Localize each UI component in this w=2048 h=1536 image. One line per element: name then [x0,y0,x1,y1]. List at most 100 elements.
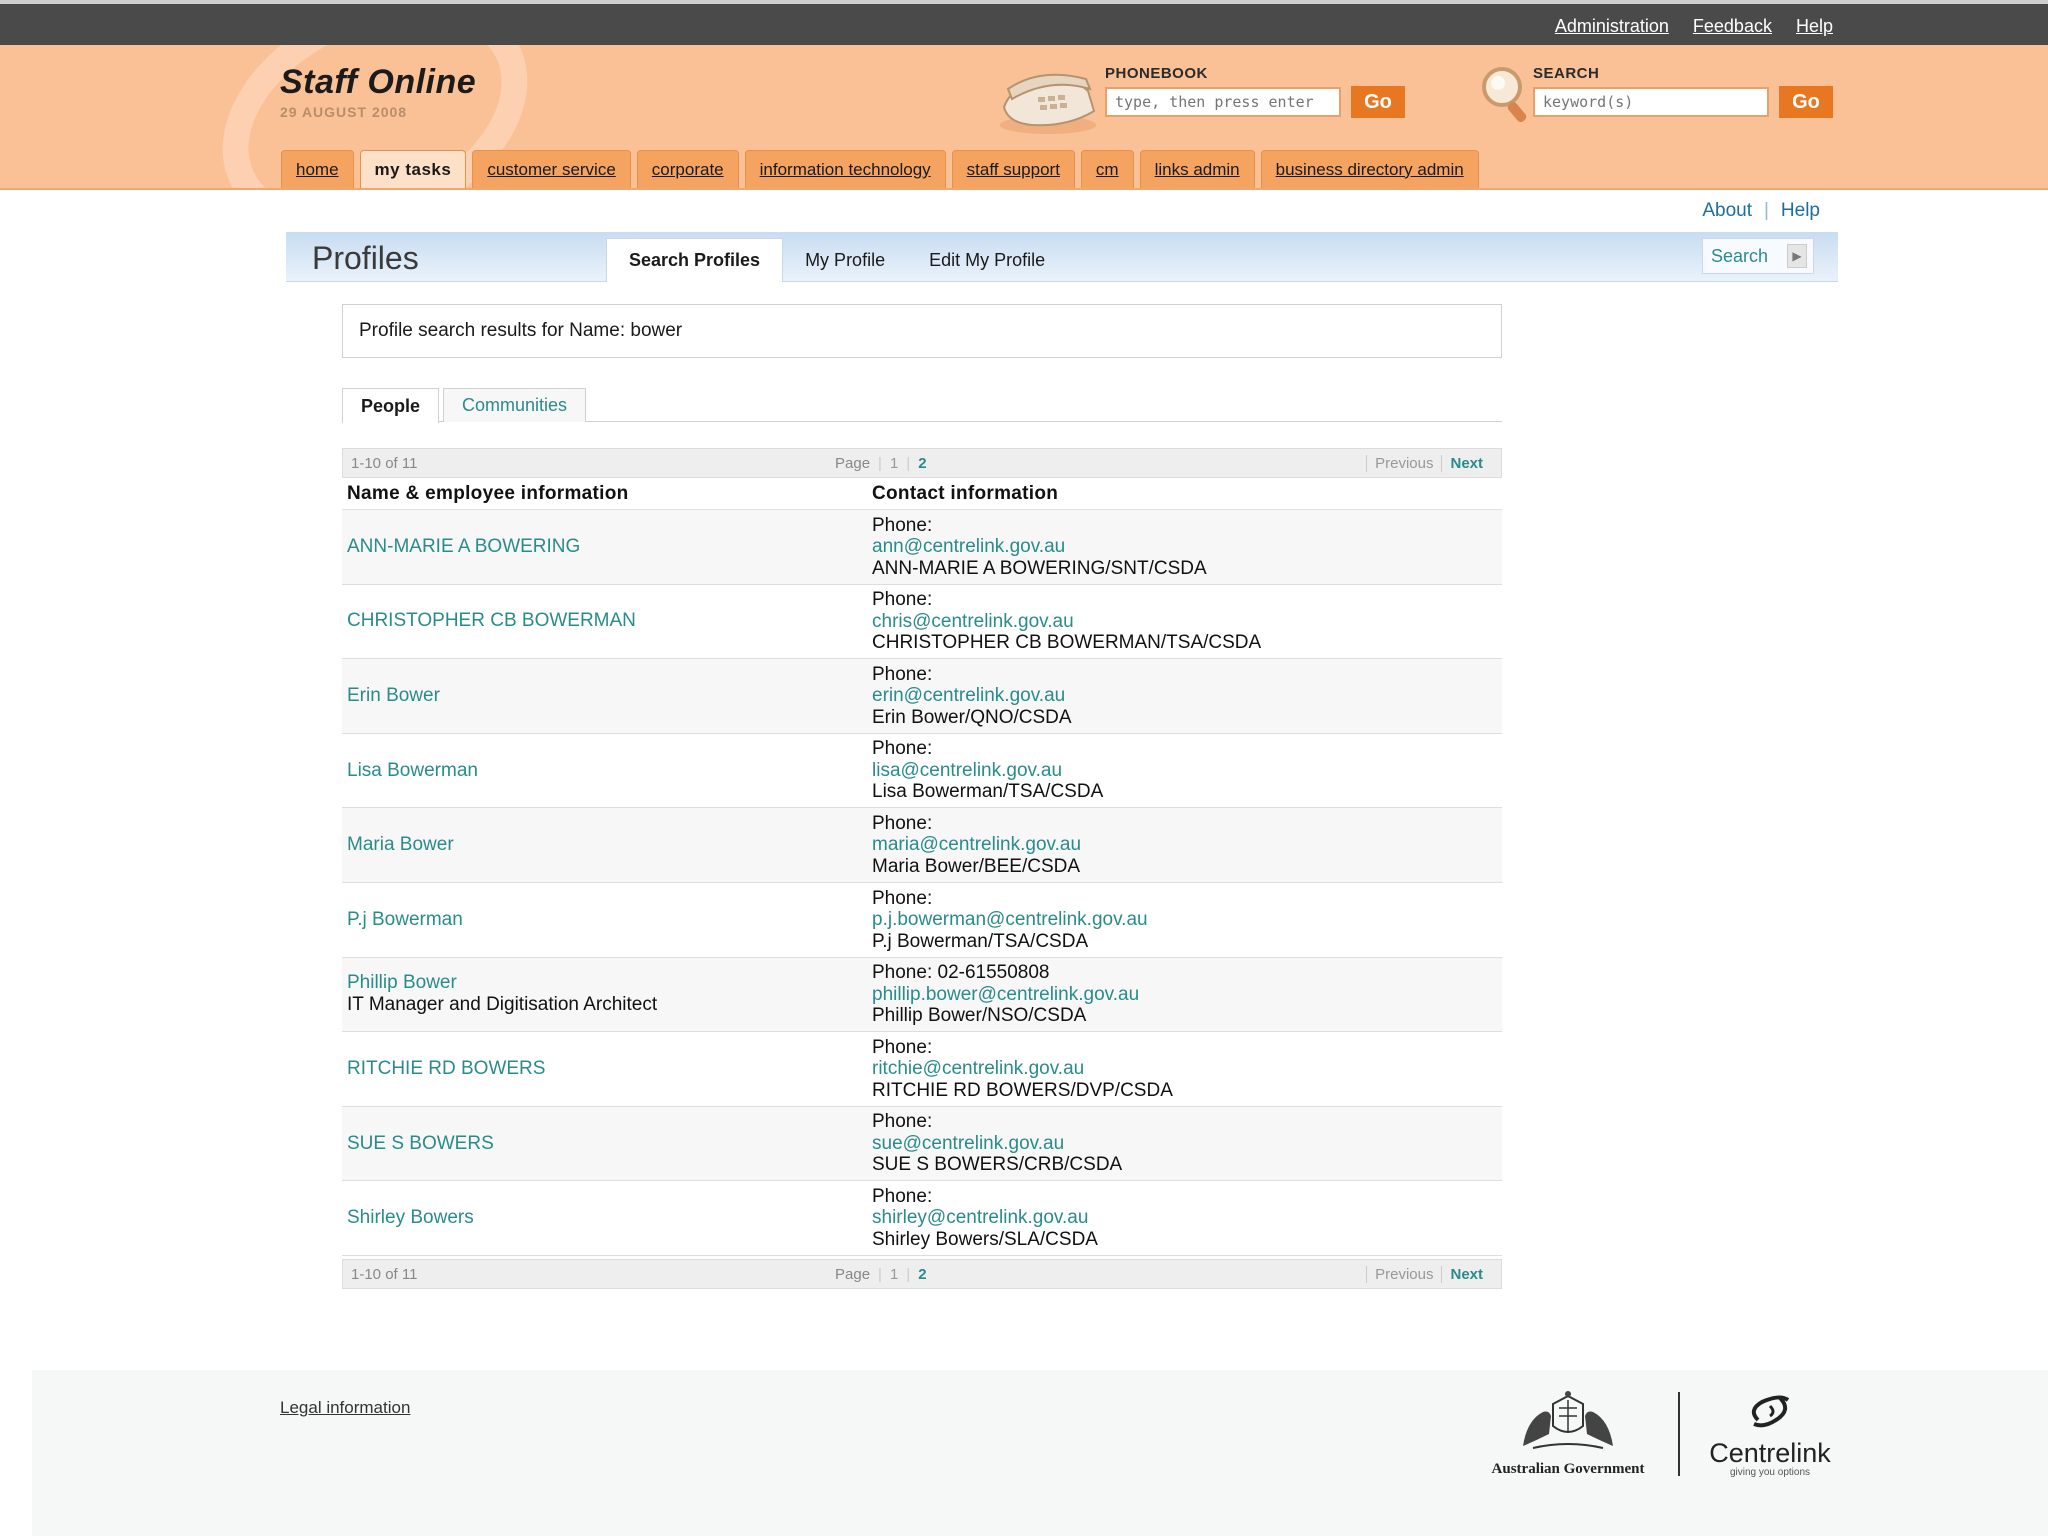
column-header-name: Name & employee information [347,482,629,504]
name-cell: Maria Bower [342,808,868,882]
current-page: 1 [889,1266,899,1283]
email-link[interactable]: erin@centrelink.gov.au [872,685,1072,707]
page-2-link[interactable]: 2 [918,455,926,472]
legal-information-link[interactable]: Legal information [280,1398,410,1418]
phonebook-label: PHONEBOOK [1105,65,1208,82]
nav-tab-home[interactable]: home [281,150,354,188]
nav-tab-staff-support[interactable]: staff support [951,150,1075,188]
notes-address: Erin Bower/QNO/CSDA [872,706,1072,728]
page-links: Page | 1 | 2 [835,1266,927,1283]
feedback-link[interactable]: Feedback [1693,16,1772,37]
table-row: Phillip Bower IT Manager and Digitisation… [342,957,1502,1033]
search-summary: Profile search results for Name: bower [342,304,1502,358]
contact-cell: Phone: 02-61550808 phillip.bower@centreli… [868,958,1139,1032]
name-cell: CHRISTOPHER CB BOWERMAN [342,585,868,659]
contact-cell: Phone: sue@centrelink.gov.au SUE S BOWERS/… [868,1107,1122,1181]
nav-tab-business-directory-admin[interactable]: business directory admin [1260,150,1479,188]
profiles-search-button[interactable]: Search ▶ [1702,238,1814,274]
nav-tab-information-technology[interactable]: information technology [744,150,946,188]
administration-link[interactable]: Administration [1555,16,1669,37]
table-row: SUE S BOWERS Phone: sue@centrelink.gov.au S… [342,1106,1502,1182]
person-name-link[interactable]: Erin Bower [347,685,868,707]
arrow-right-icon: ▶ [1787,244,1807,268]
about-link[interactable]: About [1702,200,1752,222]
column-header-contact: Contact information [872,482,1059,504]
phone-text: Phone: [872,663,933,685]
search-input[interactable] [1533,87,1769,117]
notes-address: CHRISTOPHER CB BOWERMAN/TSA/CSDA [872,632,1262,654]
email-link[interactable]: shirley@centrelink.gov.au [872,1207,1098,1229]
tab-search-profiles[interactable]: Search Profiles [606,238,784,282]
person-name-link[interactable]: Phillip Bower [347,972,868,994]
page-label: Page [835,1266,871,1283]
nav-tab-customer-service[interactable]: customer service [472,150,631,188]
link-separator: | [1763,200,1769,221]
tab-my-profile[interactable]: My Profile [783,238,907,282]
site-search: SEARCH Go [1533,65,1833,118]
phone-text: Phone: 02-61550808 [872,962,1050,984]
person-name-link[interactable]: Lisa Bowerman [347,760,868,782]
phonebook-go-button[interactable]: Go [1351,86,1405,118]
name-cell: P.j Bowerman [342,883,868,957]
name-cell: Phillip Bower IT Manager and Digitisation… [342,958,868,1032]
centrelink-swirl-icon [1751,1395,1790,1428]
page-separator: | [906,1266,911,1283]
main-nav: home my tasks customer service corporate… [281,150,1479,188]
phone-text: Phone: [872,812,933,834]
page-separator: | [878,1266,882,1283]
top-links: Administration Feedback Help [1555,16,1833,37]
name-cell: SUE S BOWERS [342,1107,868,1181]
person-job-title: IT Manager and Digitisation Architect [347,994,658,1016]
page-2-link[interactable]: 2 [918,1266,926,1283]
email-link[interactable]: sue@centrelink.gov.au [872,1133,1122,1155]
contact-cell: Phone: chris@centrelink.gov.au CHRISTOPHER… [868,585,1261,659]
next-link[interactable]: Next [1441,1266,1483,1283]
result-count: 1-10 of 11 [351,455,418,472]
tab-people[interactable]: People [342,388,440,423]
pager-top: 1-10 of 11 Page | 1 | 2 Previous Next [342,448,1502,478]
help-link[interactable]: Help [1796,16,1833,37]
phonebook-input[interactable] [1105,87,1341,117]
search-go-button[interactable]: Go [1779,86,1833,118]
pager-nav: Previous Next [1366,1266,1483,1283]
logo-divider [1678,1392,1680,1476]
person-name-link[interactable]: P.j Bowerman [347,909,868,931]
site-title: Staff Online [280,63,477,101]
nav-tab-cm[interactable]: cm [1080,150,1134,188]
email-link[interactable]: lisa@centrelink.gov.au [872,760,1103,782]
person-name-link[interactable]: ANN-MARIE A BOWERING [347,536,868,558]
current-page: 1 [889,455,899,472]
person-name-link[interactable]: Maria Bower [347,834,868,856]
search-label: SEARCH [1533,65,1600,82]
table-row: Erin Bower Phone: erin@centrelink.gov.au Er… [342,659,1502,734]
name-cell: RITCHIE RD BOWERS [342,1032,868,1106]
tab-communities[interactable]: Communities [443,388,587,422]
phonebook-search: PHONEBOOK Go [1105,65,1405,118]
email-link[interactable]: maria@centrelink.gov.au [872,834,1081,856]
table-header: Name & employee information Contact info… [342,478,1502,510]
profile-help-link[interactable]: Help [1781,200,1820,222]
email-link[interactable]: phillip.bower@centrelink.gov.au [872,984,1139,1006]
nav-tab-corporate[interactable]: corporate [636,150,739,188]
centrelink-logo: Centrelink giving you options [1700,1390,1840,1490]
nav-tab-links-admin[interactable]: links admin [1139,150,1255,188]
person-name-link[interactable]: RITCHIE RD BOWERS [347,1058,868,1080]
table-row: RITCHIE RD BOWERS Phone: ritchie@centrelin… [342,1032,1502,1107]
name-cell: Lisa Bowerman [342,734,868,808]
table-row: ANN-MARIE A BOWERING Phone: ann@centrelink… [342,510,1502,585]
email-link[interactable]: ann@centrelink.gov.au [872,536,1207,558]
tab-edit-my-profile[interactable]: Edit My Profile [907,238,1067,282]
phone-text: Phone: [872,1185,933,1207]
notes-address: Maria Bower/BEE/CSDA [872,855,1081,877]
name-cell: Shirley Bowers [342,1181,868,1255]
email-link[interactable]: p.j.bowerman@centrelink.gov.au [872,909,1148,931]
email-link[interactable]: ritchie@centrelink.gov.au [872,1058,1173,1080]
nav-tab-my-tasks[interactable]: my tasks [359,150,467,188]
top-utility-bar: Administration Feedback Help [0,0,2048,45]
person-name-link[interactable]: Shirley Bowers [347,1207,868,1229]
next-link[interactable]: Next [1441,455,1483,472]
email-link[interactable]: chris@centrelink.gov.au [872,611,1261,633]
centrelink-text: Centrelink [1709,1438,1831,1468]
person-name-link[interactable]: SUE S BOWERS [347,1133,868,1155]
person-name-link[interactable]: CHRISTOPHER CB BOWERMAN [347,610,868,632]
